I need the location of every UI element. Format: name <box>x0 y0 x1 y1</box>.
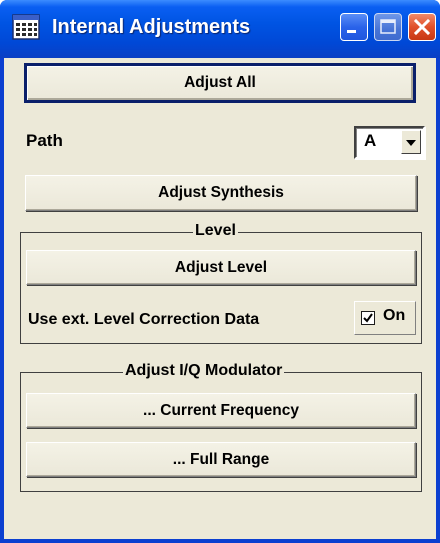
window-frame-bottom <box>4 539 436 543</box>
path-label: Path <box>26 131 63 150</box>
dialog-body: Adjust All Path A Adjust Synthesis Level… <box>4 58 436 543</box>
maximize-icon <box>380 19 396 34</box>
ext-level-correction-on-label: On <box>383 307 406 324</box>
path-select[interactable]: A <box>354 126 425 159</box>
iq-group-title: Adjust I/Q Modulator <box>123 362 285 380</box>
path-select-value: A <box>364 131 377 150</box>
ext-level-correction-checkbox[interactable] <box>361 311 375 325</box>
checkmark-icon <box>363 313 373 323</box>
current-frequency-label: ... Current Frequency <box>143 401 299 419</box>
level-group: Level Adjust Level Use ext. Level Correc… <box>20 222 422 344</box>
window-title: Internal Adjustments <box>52 16 251 38</box>
minimize-button[interactable] <box>340 13 368 41</box>
minimize-icon <box>347 30 356 33</box>
calculator-window-icon[interactable] <box>12 14 40 40</box>
close-button[interactable] <box>408 13 436 41</box>
current-frequency-button[interactable]: ... Current Frequency <box>26 393 416 428</box>
ext-level-correction-label: Use ext. Level Correction Data <box>28 311 260 328</box>
title-bar[interactable]: Internal Adjustments <box>0 0 440 58</box>
close-icon <box>413 18 431 36</box>
internal-adjustments-window: Internal Adjustments Adjust All Path A A… <box>0 0 440 543</box>
full-range-button[interactable]: ... Full Range <box>26 442 416 477</box>
adjust-all-label: Adjust All <box>184 74 256 91</box>
level-group-title: Level <box>193 222 238 240</box>
adjust-synthesis-button[interactable]: Adjust Synthesis <box>25 175 417 211</box>
adjust-all-button[interactable]: Adjust All <box>24 63 416 103</box>
maximize-button[interactable] <box>374 13 402 41</box>
adjust-level-button[interactable]: Adjust Level <box>26 250 416 285</box>
adjust-level-label: Adjust Level <box>174 258 268 276</box>
chevron-down-icon[interactable] <box>401 130 421 154</box>
adjust-synthesis-label: Adjust Synthesis <box>158 184 284 201</box>
full-range-label: ... Full Range <box>172 450 270 468</box>
adjust-iq-modulator-group: Adjust I/Q Modulator ... Current Frequen… <box>20 362 422 492</box>
ext-level-correction-toggle[interactable]: On <box>354 301 416 335</box>
